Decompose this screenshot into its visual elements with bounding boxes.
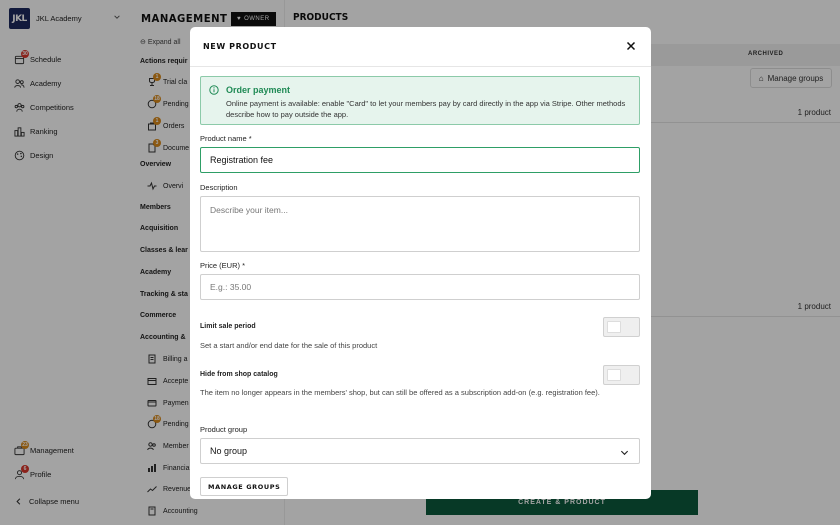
hide-catalog-hint: The item no longer appears in the member… [200,388,600,397]
chevron-down-icon [620,450,629,456]
description-textarea[interactable]: Describe your item... [200,196,640,252]
limit-sale-hint: Set a start and/or end date for the sale… [200,341,378,350]
toggle-knob [607,369,621,381]
alert-text: Online payment is available: enable "Car… [226,99,626,119]
manage-groups-button[interactable]: MANAGE GROUPS [200,477,289,496]
price-placeholder: E.g.: 35.00 [210,282,252,292]
product-group-select[interactable]: No group [200,438,640,464]
product-name-label: Product name * [200,134,252,143]
product-group-value: No group [210,446,248,456]
toggle-knob [607,321,621,333]
new-product-dialog: NEW PRODUCT Order payment Online payment… [190,27,651,499]
dialog-header: NEW PRODUCT [190,27,651,67]
product-group-label: Product group [200,425,248,434]
alert-title: Order payment [226,85,291,95]
product-name-value: Registration fee [210,155,274,165]
close-icon[interactable] [625,40,637,52]
price-input[interactable]: E.g.: 35.00 [200,274,640,300]
dialog-title: NEW PRODUCT [203,42,277,51]
price-label: Price (EUR) * [200,261,246,270]
info-icon [209,85,219,95]
limit-sale-label: Limit sale period [200,323,256,330]
payment-info-alert: Order payment Online payment is availabl… [200,76,640,125]
hide-catalog-toggle[interactable] [603,365,640,385]
limit-sale-toggle[interactable] [603,317,640,337]
hide-catalog-label: Hide from shop catalog [200,371,278,378]
description-placeholder: Describe your item... [210,205,288,215]
product-name-input[interactable]: Registration fee [200,147,640,173]
description-label: Description [200,183,238,192]
